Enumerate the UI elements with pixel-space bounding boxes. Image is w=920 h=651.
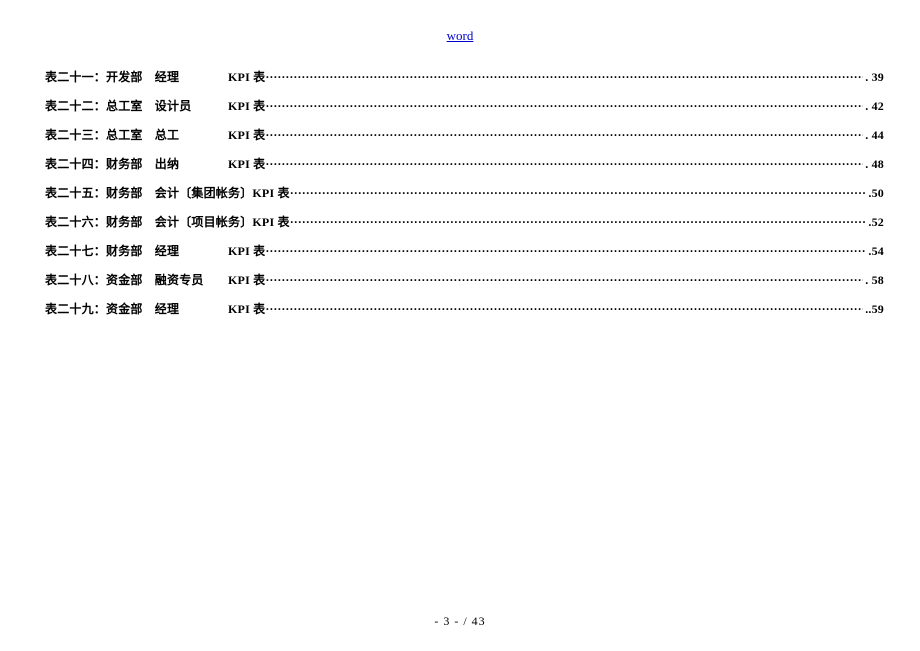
toc-label: 表二十八：资金部 融资专员 KPI 表 <box>45 271 265 288</box>
header-link[interactable]: word <box>447 28 474 43</box>
toc-page-number: .52 <box>866 215 884 230</box>
toc-page-number: . 39 <box>863 70 884 85</box>
page-footer: - 3 - / 43 <box>0 614 920 629</box>
toc-leader-dots <box>265 157 863 172</box>
toc-leader-dots <box>265 128 863 143</box>
document-page: word 表二十一：开发部 经理 KPI 表 . 39 表二十二：总工室 设计员… <box>0 0 920 651</box>
toc-entry: 表二十五：财务部 会计〔集团帐务〕KPI 表 .50 <box>45 184 884 201</box>
toc-label: 表二十五：财务部 会计〔集团帐务〕KPI 表 <box>45 184 290 201</box>
toc-label: 表二十三：总工室 总工 KPI 表 <box>45 126 265 143</box>
toc-page-number: . 58 <box>863 273 884 288</box>
toc-page-number: ..59 <box>863 302 884 317</box>
toc-label: 表二十九：资金部 经理 KPI 表 <box>45 300 265 317</box>
toc-entry: 表二十二：总工室 设计员 KPI 表 . 42 <box>45 97 884 114</box>
header-link-container: word <box>0 28 920 44</box>
table-of-contents: 表二十一：开发部 经理 KPI 表 . 39 表二十二：总工室 设计员 KPI … <box>0 68 920 317</box>
toc-page-number: .54 <box>866 244 884 259</box>
toc-entry: 表二十一：开发部 经理 KPI 表 . 39 <box>45 68 884 85</box>
toc-page-number: . 48 <box>863 157 884 172</box>
toc-entry: 表二十八：资金部 融资专员 KPI 表 . 58 <box>45 271 884 288</box>
toc-page-number: . 42 <box>863 99 884 114</box>
toc-label: 表二十一：开发部 经理 KPI 表 <box>45 68 265 85</box>
toc-leader-dots <box>265 99 863 114</box>
toc-entry: 表二十九：资金部 经理 KPI 表 ..59 <box>45 300 884 317</box>
toc-label: 表二十七：财务部 经理 KPI 表 <box>45 242 265 259</box>
toc-leader-dots <box>290 186 867 201</box>
toc-entry: 表二十七：财务部 经理 KPI 表 .54 <box>45 242 884 259</box>
toc-label: 表二十四：财务部 出纳 KPI 表 <box>45 155 265 172</box>
toc-entry: 表二十四：财务部 出纳 KPI 表 . 48 <box>45 155 884 172</box>
toc-page-number: .50 <box>866 186 884 201</box>
toc-page-number: . 44 <box>863 128 884 143</box>
toc-leader-dots <box>265 244 866 259</box>
toc-leader-dots <box>265 70 863 85</box>
toc-entry: 表二十六：财务部 会计〔项目帐务〕KPI 表 .52 <box>45 213 884 230</box>
toc-leader-dots <box>265 273 863 288</box>
toc-label: 表二十六：财务部 会计〔项目帐务〕KPI 表 <box>45 213 290 230</box>
toc-label: 表二十二：总工室 设计员 KPI 表 <box>45 97 265 114</box>
toc-leader-dots <box>265 302 863 317</box>
toc-entry: 表二十三：总工室 总工 KPI 表 . 44 <box>45 126 884 143</box>
toc-leader-dots <box>290 215 867 230</box>
